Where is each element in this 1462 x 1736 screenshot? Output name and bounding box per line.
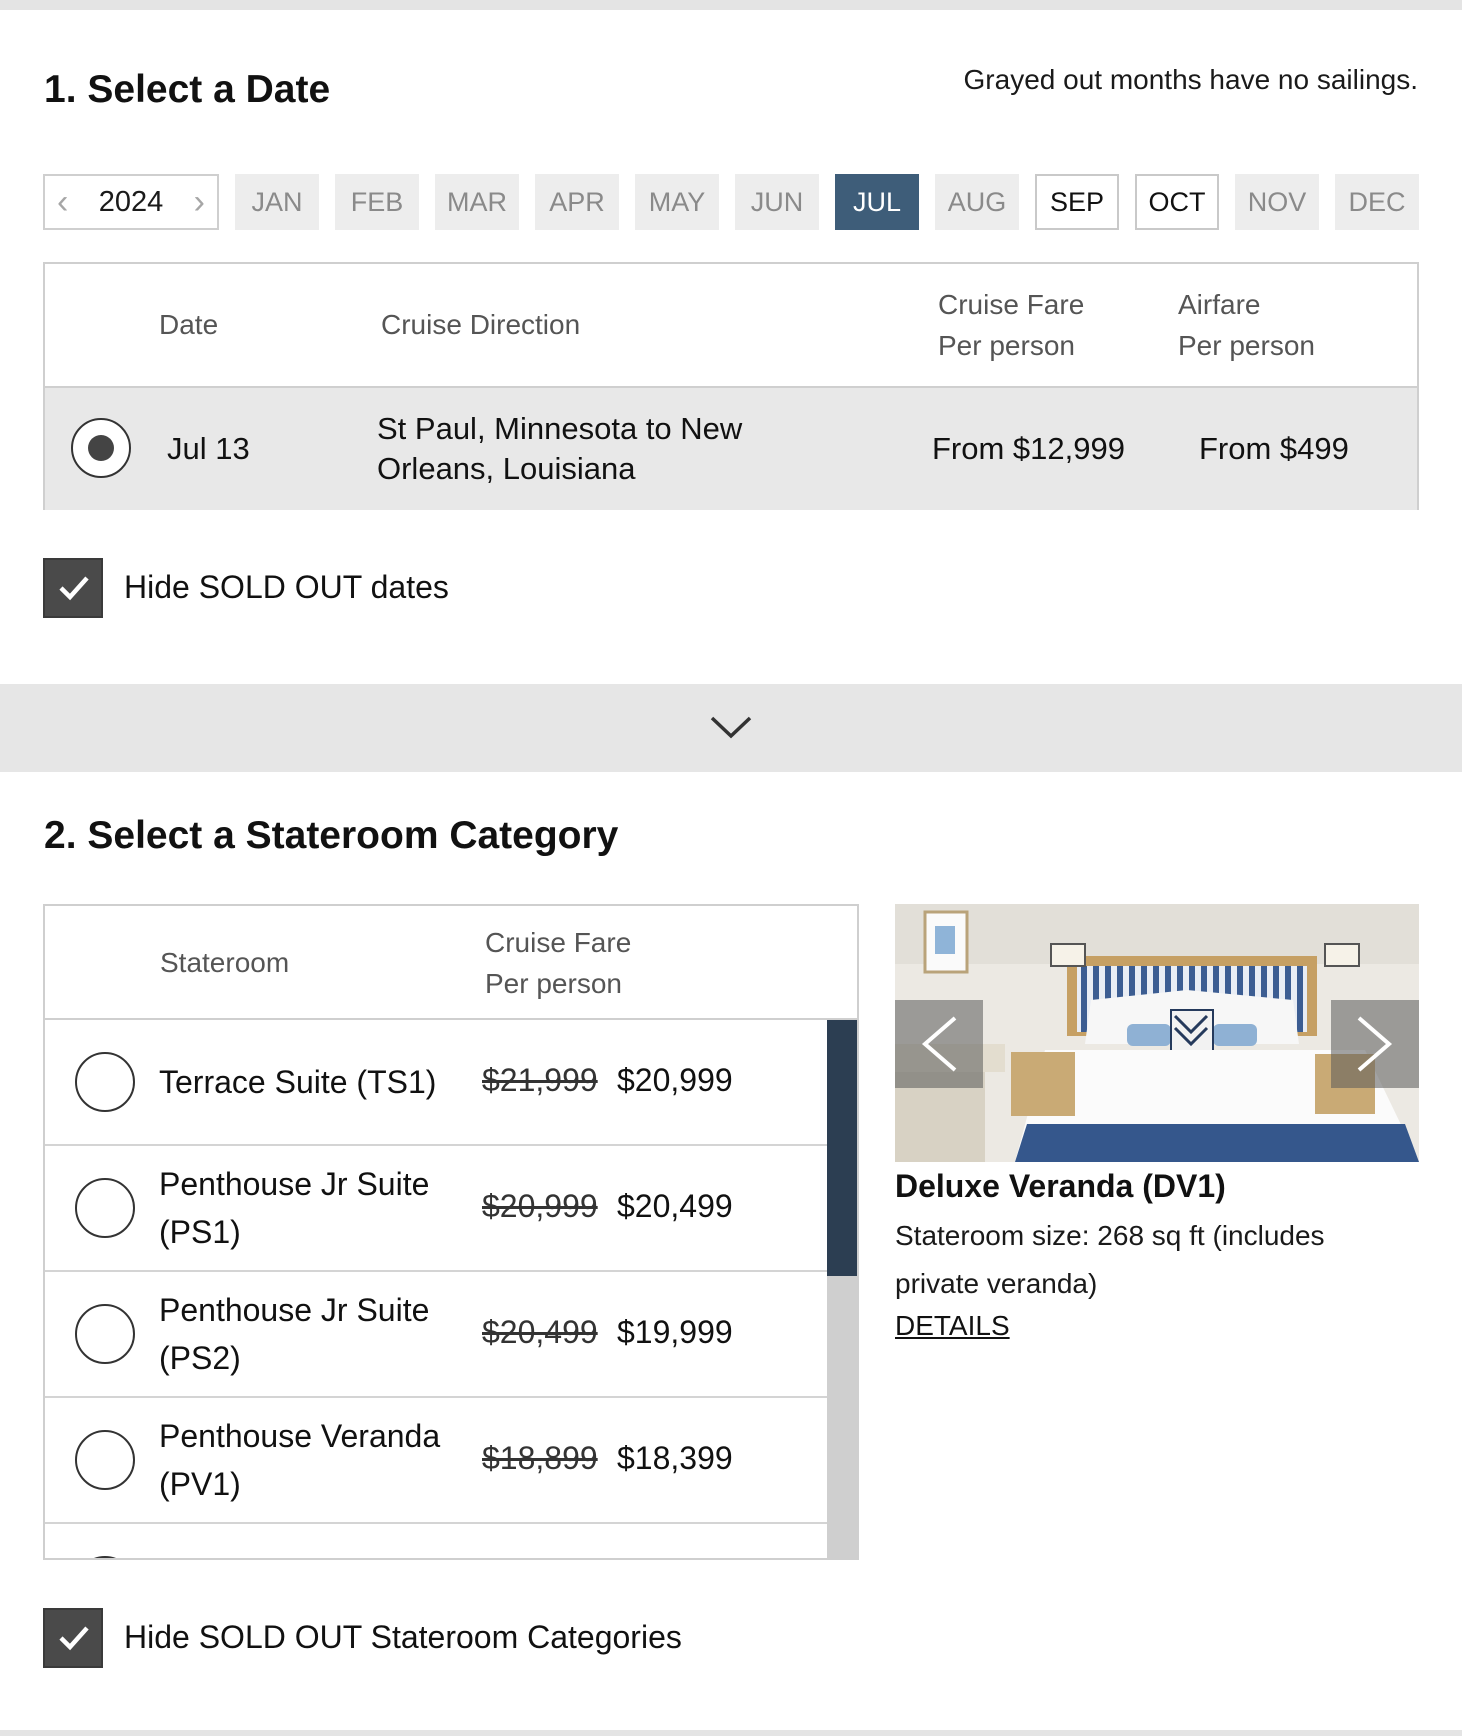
sailing-direction-line2: Orleans, Louisiana (377, 451, 636, 486)
month-aug[interactable]: AUG (935, 174, 1019, 230)
month-jul[interactable]: JUL (835, 174, 919, 230)
header-stateroom-fare: Cruise Fare Per person (485, 922, 631, 1004)
month-dec[interactable]: DEC (1335, 174, 1419, 230)
header-cruise-fare-line2: Per person (938, 330, 1075, 361)
stateroom-radio[interactable] (75, 1430, 135, 1490)
month-sep[interactable]: SEP (1035, 174, 1119, 230)
stateroom-list: Terrace Suite (TS1) $21,999 $20,999 Penthou… (45, 1020, 827, 1558)
stateroom-row[interactable]: Penthouse Jr Suite (PS1) $20,999 $20,499 (45, 1146, 827, 1272)
stateroom-name: Penthouse Jr Suite (PS1) (159, 1166, 430, 1250)
grayed-months-note: Grayed out months have no sailings. (963, 64, 1418, 95)
header-cruise-direction: Cruise Direction (381, 309, 581, 340)
stateroom-table: Stateroom Cruise Fare Per person Terrace… (43, 904, 859, 1560)
stateroom-original-price: $18,899 (482, 1440, 598, 1476)
stateroom-price: $20,499 (617, 1188, 733, 1224)
stateroom-price: $19,999 (617, 1314, 733, 1350)
photo-next-button[interactable] (1331, 1000, 1419, 1088)
header-airfare-line1: Airfare (1178, 289, 1261, 320)
month-jun[interactable]: JUN (735, 174, 819, 230)
radio-dot (88, 435, 114, 461)
stateroom-scrollbar[interactable] (827, 1020, 857, 1558)
year-value: 2024 (98, 185, 164, 218)
stateroom-original-price: $20,499 (482, 1314, 598, 1350)
header-airfare-line2: Per person (1178, 330, 1315, 361)
stateroom-name: Penthouse (159, 1524, 449, 1558)
sailing-table-header: Date Cruise Direction Cruise Fare Per pe… (45, 264, 1417, 388)
hide-sold-out-dates-label: Hide SOLD OUT dates (124, 569, 449, 605)
sailing-radio-selected[interactable] (71, 418, 131, 478)
header-stateroom: Stateroom (160, 947, 290, 978)
stateroom-price: $18,399 (617, 1440, 733, 1476)
chevron-right-icon (1357, 1016, 1393, 1072)
hide-sold-out-staterooms-label: Hide SOLD OUT Stateroom Categories (124, 1619, 682, 1655)
stateroom-row[interactable]: Terrace Suite (TS1) $21,999 $20,999 (45, 1020, 827, 1146)
month-nov[interactable]: NOV (1235, 174, 1319, 230)
photo-prev-button[interactable] (895, 1000, 983, 1088)
top-divider (0, 0, 1462, 10)
featured-stateroom-title: Deluxe Veranda (DV1) (895, 1168, 1226, 1204)
sailing-date: Jul 13 (167, 431, 250, 466)
bottom-divider (0, 1730, 1462, 1736)
stateroom-row[interactable]: Penthouse Veranda (PV1) $18,899 $18,399 (45, 1398, 827, 1524)
hide-sold-out-dates-checkbox[interactable] (43, 558, 103, 618)
details-link[interactable]: DETAILS (895, 1310, 1010, 1342)
month-jan[interactable]: JAN (235, 174, 319, 230)
sailing-direction: St Paul, Minnesota to New Orleans, Louis… (377, 409, 742, 489)
scrollbar-thumb[interactable] (827, 1020, 857, 1276)
stateroom-radio[interactable] (75, 1052, 135, 1112)
stateroom-price: $20,999 (617, 1062, 733, 1098)
stateroom-radio[interactable] (75, 1178, 135, 1238)
header-cruise-fare: Cruise Fare Per person (938, 284, 1084, 366)
select-date-title: 1. Select a Date (44, 68, 331, 111)
header-cruise-fare-line1: Cruise Fare (938, 289, 1085, 320)
stateroom-original-price: $21,999 (482, 1062, 598, 1098)
sailing-airfare: From $499 (1199, 431, 1349, 466)
chevron-down-icon (710, 716, 752, 739)
month-mar[interactable]: MAR (435, 174, 519, 230)
stateroom-row[interactable]: Penthouse (45, 1524, 827, 1558)
month-feb[interactable]: FEB (335, 174, 419, 230)
sailing-fare: From $12,999 (932, 431, 1125, 466)
sailing-row[interactable]: Jul 13 St Paul, Minnesota to New Orleans… (45, 388, 1417, 510)
header-airfare: Airfare Per person (1178, 284, 1315, 366)
chevron-right-icon[interactable]: › (194, 185, 205, 219)
stateroom-original-price: $20,999 (482, 1188, 598, 1224)
stateroom-table-header: Stateroom Cruise Fare Per person (45, 906, 857, 1020)
sailing-direction-line1: St Paul, Minnesota to New (377, 411, 743, 446)
stateroom-name: Terrace Suite (TS1) (159, 1064, 437, 1100)
stateroom-name: Penthouse Veranda (PV1) (159, 1418, 441, 1502)
header-stateroom-fare-line2: Per person (485, 968, 622, 999)
year-picker: ‹ 2024 › (43, 174, 219, 230)
expand-section-bar[interactable] (0, 684, 1462, 772)
featured-stateroom-description: Stateroom size: 268 sq ft (includes priv… (895, 1220, 1325, 1299)
checkmark-icon (59, 576, 89, 601)
hide-sold-out-staterooms-checkbox[interactable] (43, 1608, 103, 1668)
checkmark-icon (59, 1626, 89, 1651)
stateroom-row[interactable]: Penthouse Jr Suite (PS2) $20,499 $19,999 (45, 1272, 827, 1398)
header-stateroom-fare-line1: Cruise Fare (485, 927, 632, 958)
chevron-left-icon (921, 1016, 957, 1072)
sailing-dates-table: Date Cruise Direction Cruise Fare Per pe… (43, 262, 1419, 510)
stateroom-name: Penthouse Jr Suite (PS2) (159, 1292, 430, 1376)
stateroom-radio[interactable] (75, 1556, 135, 1558)
month-oct[interactable]: OCT (1135, 174, 1219, 230)
select-stateroom-title: 2. Select a Stateroom Category (44, 814, 619, 857)
header-date: Date (159, 309, 219, 340)
stateroom-radio[interactable] (75, 1304, 135, 1364)
month-apr[interactable]: APR (535, 174, 619, 230)
chevron-left-icon[interactable]: ‹ (57, 185, 68, 219)
stateroom-photo (895, 904, 1419, 1162)
month-may[interactable]: MAY (635, 174, 719, 230)
